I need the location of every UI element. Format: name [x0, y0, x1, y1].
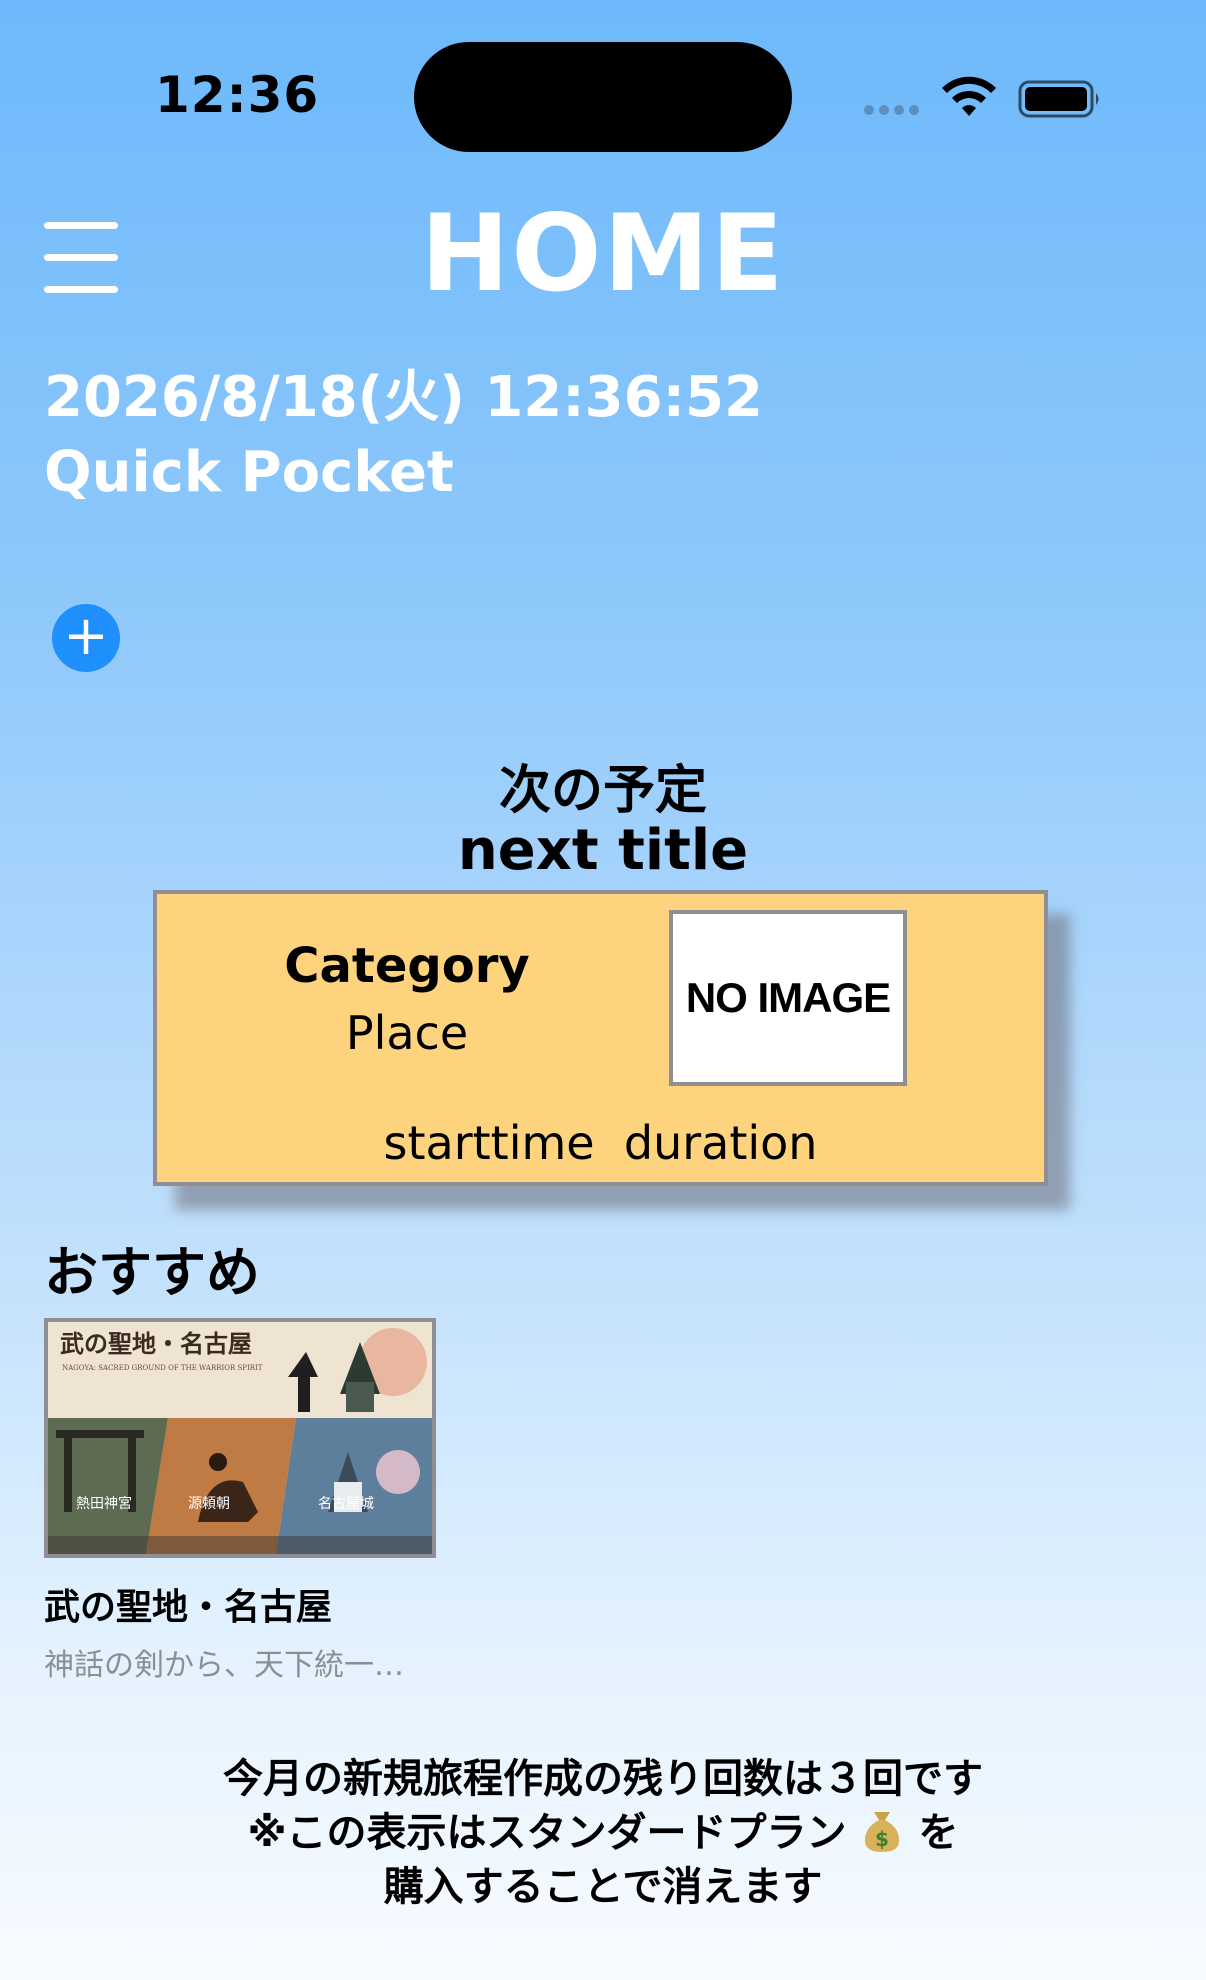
card-duration: duration [623, 1116, 818, 1170]
recommend-item-description: 神話の剣から、天下統一… [44, 1648, 404, 1683]
next-schedule-card[interactable]: Category Place NO IMAGE starttime durati… [153, 890, 1048, 1186]
notice-line-2-text: ※この表示はスタンダードプラン [247, 1810, 847, 1856]
thumbnail-headline: 武の聖地・名古屋 [60, 1329, 252, 1358]
add-button[interactable]: + [52, 604, 120, 672]
notice-line-2-suffix: を [918, 1810, 959, 1856]
recommend-heading: おすすめ [44, 1241, 260, 1304]
wifi-icon [942, 76, 996, 116]
thumbnail-panel-2: 源頼朝 [188, 1496, 230, 1512]
svg-text:$: $ [875, 1827, 889, 1851]
notice-line-2: ※この表示はスタンダードプラン $ を [0, 1806, 1206, 1860]
dynamic-island [414, 42, 792, 152]
page-title: HOME [420, 192, 786, 315]
no-image-placeholder: NO IMAGE [669, 910, 907, 1086]
cellular-dots-icon [864, 105, 924, 117]
notice-line-3: 購入することで消えます [383, 1864, 823, 1910]
next-schedule-label: 次の予定 [498, 761, 707, 821]
next-schedule-title: next title [457, 818, 749, 883]
card-category: Category [284, 938, 530, 994]
thumbnail-illustration: 武の聖地・名古屋 NAGOYA: SACRED GROUND OF THE WA… [48, 1322, 432, 1554]
thumbnail-panel-3: 名古屋城 [318, 1496, 374, 1512]
battery-icon [1018, 80, 1099, 118]
card-place: Place [345, 1006, 469, 1060]
app-name: Quick Pocket [44, 440, 454, 505]
thumbnail-panel-1: 熱田神宮 [76, 1496, 132, 1512]
money-bag-icon: $ [865, 1812, 900, 1852]
recommend-item-title[interactable]: 武の聖地・名古屋 [44, 1578, 332, 1630]
current-datetime: 2026/8/18(火) 12:36:52 [44, 365, 763, 430]
card-time-row: starttime duration [157, 1116, 1044, 1170]
thumbnail-subtitle: NAGOYA: SACRED GROUND OF THE WARRIOR SPI… [62, 1364, 263, 1372]
card-starttime: starttime [383, 1116, 595, 1170]
recommend-thumbnail[interactable]: 武の聖地・名古屋 NAGOYA: SACRED GROUND OF THE WA… [44, 1318, 436, 1558]
remaining-count-notice: 今月の新規旅程作成の残り回数は３回です ※この表示はスタンダードプラン $ を … [0, 1752, 1206, 1914]
notice-line-1: 今月の新規旅程作成の残り回数は３回です [223, 1756, 983, 1802]
status-time: 12:36 [155, 66, 320, 124]
